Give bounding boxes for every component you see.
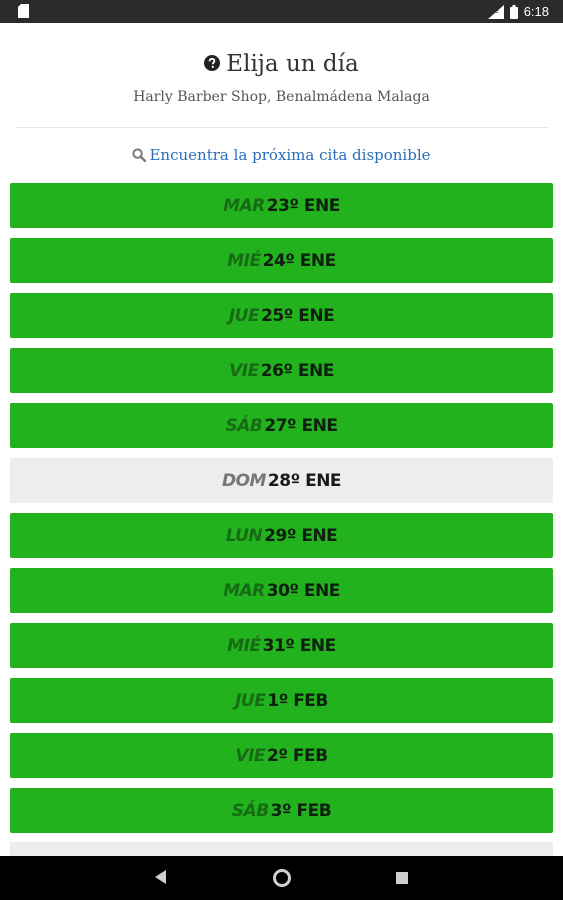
- day-date: 1º FEB: [267, 690, 328, 711]
- divider: [16, 127, 548, 128]
- day-of-week: JUE: [228, 305, 260, 326]
- day-button-closed: DOM 28º ENE: [10, 458, 553, 503]
- page-title: Elija un día: [0, 49, 563, 79]
- day-date: 2º FEB: [267, 745, 328, 766]
- svg-text:LTE: LTE: [489, 8, 499, 15]
- sd-card-icon: [18, 4, 29, 18]
- status-bar: LTE 6:18: [0, 0, 563, 23]
- day-button[interactable]: MAR 30º ENE: [10, 568, 553, 613]
- day-list: MAR 23º ENE MIÉ 24º ENE JUE 25º ENE VIE 26º …: [10, 183, 553, 843]
- day-button[interactable]: VIE 2º FEB: [10, 733, 553, 778]
- status-time: 6:18: [523, 4, 549, 19]
- day-of-week: MAR: [223, 580, 265, 601]
- day-button[interactable]: SÁB 3º FEB: [10, 788, 553, 833]
- day-button[interactable]: JUE 1º FEB: [10, 678, 553, 723]
- day-date: 26º ENE: [260, 360, 335, 381]
- day-button[interactable]: MIÉ 24º ENE: [10, 238, 553, 283]
- recents-icon[interactable]: [396, 872, 408, 884]
- day-of-week: LUN: [225, 525, 263, 546]
- day-date: 25º ENE: [261, 305, 335, 326]
- signal-icon: LTE: [487, 4, 504, 19]
- search-icon: [132, 148, 147, 162]
- find-next-label: Encuentra la próxima cita disponible: [149, 146, 431, 164]
- help-circle-icon: [204, 55, 221, 71]
- day-button[interactable]: MIÉ 31º ENE: [10, 623, 553, 668]
- day-date: 29º ENE: [264, 525, 338, 546]
- status-icons: LTE 6:18: [487, 0, 549, 23]
- day-of-week: SÁB: [231, 800, 269, 821]
- back-icon[interactable]: [155, 870, 167, 884]
- day-date: 30º ENE: [266, 580, 341, 601]
- battery-icon: [509, 4, 518, 19]
- day-button[interactable]: LUN 29º ENE: [10, 513, 553, 558]
- day-of-week: SÁB: [225, 415, 263, 436]
- find-next-appointment-link[interactable]: Encuentra la próxima cita disponible: [0, 146, 563, 164]
- header: Elija un día Harly Barber Shop, Benalmád…: [0, 23, 563, 129]
- title-text: Elija un día: [226, 51, 359, 77]
- day-date: 31º ENE: [262, 635, 337, 656]
- day-button[interactable]: VIE 26º ENE: [10, 348, 553, 393]
- day-button[interactable]: JUE 25º ENE: [10, 293, 553, 338]
- day-of-week: VIE: [229, 360, 259, 381]
- day-of-week: MIÉ: [227, 250, 261, 271]
- day-of-week: VIE: [235, 745, 266, 766]
- shop-subtitle: Harly Barber Shop, Benalmádena Malaga: [133, 89, 430, 105]
- home-icon[interactable]: [273, 869, 291, 887]
- day-of-week: JUE: [235, 690, 266, 711]
- day-date: 23º ENE: [266, 195, 341, 216]
- day-button[interactable]: MAR 23º ENE: [10, 183, 553, 228]
- day-button[interactable]: SÁB 27º ENE: [10, 403, 553, 448]
- navigation-bar: [0, 856, 563, 900]
- day-date: 28º ENE: [267, 470, 342, 491]
- day-date: 27º ENE: [264, 415, 338, 436]
- day-date: 24º ENE: [262, 250, 337, 271]
- day-of-week: DOM: [221, 470, 266, 491]
- day-of-week: MIÉ: [227, 635, 261, 656]
- day-date: 3º FEB: [270, 800, 332, 821]
- day-of-week: MAR: [223, 195, 265, 216]
